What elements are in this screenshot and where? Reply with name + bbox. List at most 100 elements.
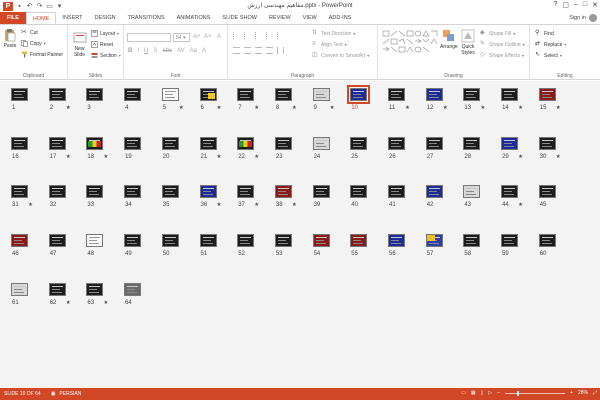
slide-thumbnail[interactable] bbox=[11, 136, 28, 150]
align-center-icon[interactable] bbox=[244, 47, 251, 54]
line-spacing-icon[interactable] bbox=[277, 32, 284, 39]
format-painter-button[interactable]: Format Painter bbox=[21, 51, 63, 58]
slide-thumbnail[interactable] bbox=[350, 185, 368, 199]
zoom-level[interactable]: 28% bbox=[578, 390, 588, 396]
slide-thumbnail[interactable] bbox=[86, 185, 104, 199]
start-slideshow-icon[interactable]: ▭ bbox=[46, 3, 53, 10]
transition-star-icon[interactable]: ★ bbox=[556, 154, 561, 160]
slide-thumbnail[interactable] bbox=[463, 88, 481, 101]
slide-thumbnail[interactable] bbox=[86, 88, 104, 101]
slide-thumbnail[interactable] bbox=[11, 282, 28, 296]
slide-thumbnail[interactable] bbox=[538, 234, 556, 248]
transition-star-icon[interactable]: ★ bbox=[179, 105, 184, 111]
convert-smartart-button[interactable]: ◫ Convert to SmartArt ▾ bbox=[312, 52, 369, 59]
slide-thumbnail[interactable] bbox=[274, 136, 292, 150]
italic-icon[interactable]: I bbox=[137, 48, 139, 54]
slide-thumbnail[interactable] bbox=[11, 185, 28, 199]
language-indicator[interactable]: PERSIAN bbox=[59, 391, 81, 397]
slide-thumbnail[interactable] bbox=[48, 136, 66, 150]
justify-icon[interactable] bbox=[266, 47, 273, 54]
zoom-out-icon[interactable]: – bbox=[497, 390, 500, 396]
slide-thumbnail[interactable] bbox=[501, 185, 519, 199]
align-right-icon[interactable] bbox=[255, 47, 262, 54]
normal-view-icon[interactable]: ▭ bbox=[461, 390, 466, 396]
shadow-icon[interactable]: S bbox=[153, 48, 157, 54]
font-size-combobox[interactable]: 54 ▾ bbox=[173, 33, 190, 42]
transition-star-icon[interactable]: ★ bbox=[443, 105, 448, 111]
section-button[interactable]: Section ▾ bbox=[91, 52, 121, 59]
font-family-combobox[interactable] bbox=[127, 33, 171, 42]
transition-star-icon[interactable]: ★ bbox=[103, 154, 108, 160]
transition-star-icon[interactable]: ★ bbox=[254, 202, 259, 208]
bullets-icon[interactable] bbox=[233, 32, 240, 39]
slide-thumbnail[interactable] bbox=[463, 136, 481, 150]
slide-thumbnail[interactable] bbox=[312, 136, 330, 150]
transition-star-icon[interactable]: ★ bbox=[556, 105, 561, 111]
layout-button[interactable]: Layout ▾ bbox=[91, 30, 119, 37]
slide-thumbnail[interactable] bbox=[501, 136, 519, 150]
decrease-indent-icon[interactable] bbox=[255, 32, 262, 39]
slide-thumbnail[interactable] bbox=[388, 136, 405, 150]
slide-thumbnail[interactable] bbox=[425, 136, 443, 150]
underline-icon[interactable]: U bbox=[144, 48, 148, 54]
tab-design[interactable]: DESIGN bbox=[89, 12, 122, 24]
slide-thumbnail[interactable] bbox=[388, 234, 405, 248]
zoom-slider[interactable] bbox=[505, 390, 566, 396]
reset-button[interactable]: Reset bbox=[91, 41, 113, 48]
slide-thumbnail[interactable] bbox=[501, 88, 519, 101]
slide-thumbnail[interactable] bbox=[501, 234, 519, 248]
transition-star-icon[interactable]: ★ bbox=[66, 105, 71, 111]
slide-thumbnail[interactable] bbox=[388, 185, 405, 199]
transition-star-icon[interactable]: ★ bbox=[217, 105, 222, 111]
slide-sorter-view-icon[interactable]: ▦ bbox=[471, 390, 476, 396]
slide-thumbnail[interactable] bbox=[124, 185, 142, 199]
copy-button[interactable]: Copy ▾ bbox=[21, 40, 46, 47]
slide-thumbnail[interactable] bbox=[48, 88, 66, 101]
slide-thumbnail[interactable] bbox=[538, 185, 556, 199]
zoom-in-icon[interactable]: + bbox=[570, 390, 573, 396]
slide-thumbnail[interactable] bbox=[161, 234, 179, 248]
align-text-button[interactable]: ≡ Align Text ▾ bbox=[312, 41, 347, 48]
slide-thumbnail[interactable] bbox=[11, 234, 28, 248]
slide-thumbnail[interactable] bbox=[199, 185, 217, 199]
slide-thumbnail[interactable] bbox=[350, 136, 368, 150]
slide-thumbnail[interactable] bbox=[312, 88, 330, 101]
tab-review[interactable]: REVIEW bbox=[263, 12, 297, 24]
transition-star-icon[interactable]: ★ bbox=[66, 300, 71, 306]
tab-view[interactable]: VIEW bbox=[297, 12, 323, 24]
slide-thumbnail[interactable] bbox=[86, 136, 104, 150]
replace-button[interactable]: ⇄ Replace ▾ bbox=[535, 41, 566, 48]
slide-thumbnail[interactable] bbox=[538, 88, 556, 101]
quick-styles-button[interactable]: Quick Styles bbox=[460, 29, 476, 56]
sign-in-link[interactable]: Sign in bbox=[569, 15, 586, 21]
slide-thumbnail[interactable] bbox=[425, 185, 443, 199]
find-button[interactable]: ⚲ Find bbox=[535, 30, 554, 37]
grow-font-icon[interactable]: A˄ bbox=[193, 34, 201, 40]
tab-transitions[interactable]: TRANSITIONS bbox=[122, 12, 171, 24]
transition-star-icon[interactable]: ★ bbox=[103, 300, 108, 306]
slide-thumbnail[interactable] bbox=[86, 234, 104, 248]
undo-icon[interactable]: ↶ bbox=[26, 3, 33, 10]
character-spacing-icon[interactable]: AV bbox=[177, 48, 185, 54]
transition-star-icon[interactable]: ★ bbox=[480, 105, 485, 111]
slide-thumbnail[interactable] bbox=[161, 136, 179, 150]
shape-effects-button[interactable]: ◇ Shape Effects ▾ bbox=[480, 52, 524, 59]
slide-thumbnail[interactable] bbox=[425, 88, 443, 101]
spell-check-icon[interactable]: ▣ bbox=[51, 391, 56, 397]
shape-outline-button[interactable]: ✎ Shape Outline ▾ bbox=[480, 41, 525, 48]
slide-show-view-icon[interactable]: ▷ bbox=[488, 390, 492, 396]
slide-thumbnail[interactable] bbox=[237, 88, 255, 101]
slide-thumbnail[interactable] bbox=[463, 185, 481, 199]
shrink-font-icon[interactable]: A˅ bbox=[204, 34, 212, 40]
slide-thumbnail[interactable] bbox=[124, 88, 142, 101]
transition-star-icon[interactable]: ★ bbox=[217, 154, 222, 160]
slide-thumbnail[interactable] bbox=[199, 234, 217, 248]
text-direction-button[interactable]: ⇅ Text Direction ▾ bbox=[312, 30, 355, 37]
account-icon[interactable] bbox=[589, 14, 597, 22]
slide-thumbnail[interactable] bbox=[350, 234, 368, 248]
transition-star-icon[interactable]: ★ bbox=[518, 202, 523, 208]
tab-home[interactable]: HOME bbox=[25, 12, 57, 24]
slide-thumbnail[interactable] bbox=[312, 185, 330, 199]
minimize-button[interactable]: – bbox=[574, 1, 578, 9]
numbering-icon[interactable] bbox=[244, 32, 251, 39]
